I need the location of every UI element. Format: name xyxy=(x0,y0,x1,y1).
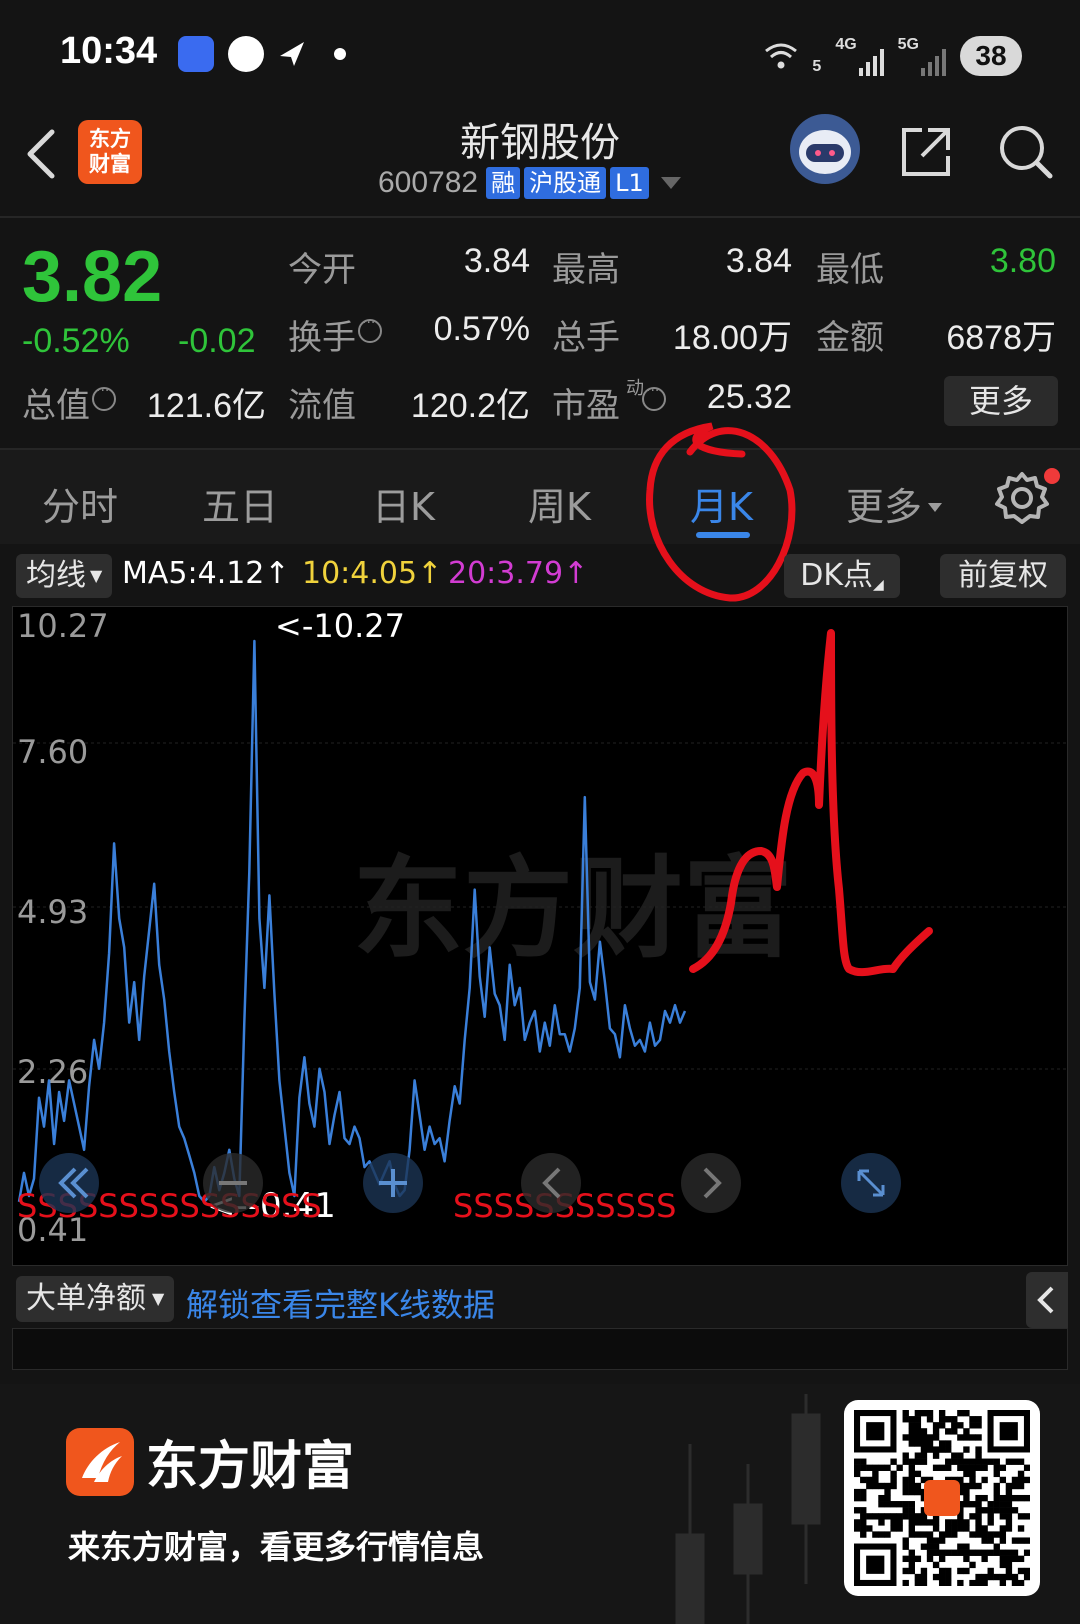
ma5-text: MA5:4.12 xyxy=(122,556,265,591)
fund-flow-select-label: 大单净额 xyxy=(26,1281,146,1316)
chart-canvas: 东方财富 10.277.604.932.260.41 <-10.27 <--0.… xyxy=(13,607,1069,1249)
unlock-kline-link[interactable]: 解锁查看完整K线数据 xyxy=(186,1280,495,1326)
ma5-value: MA5:4.12↑ xyxy=(122,556,290,591)
arrow-up-icon: ↑ xyxy=(563,556,589,591)
max-price-label: <-10.27 xyxy=(275,607,405,645)
ma20-text: 20:3.79 xyxy=(448,556,564,591)
y-tick-label: 7.60 xyxy=(17,733,88,771)
promo-banner[interactable]: 东方财富 来东方财富，看更多行情信息 xyxy=(0,1384,1080,1624)
chevron-down-icon: ▼ xyxy=(152,1289,165,1308)
corner-arrow-icon: ◢ xyxy=(873,577,884,593)
arrow-up-icon: ↑ xyxy=(417,556,443,591)
y-tick-label: 4.93 xyxy=(17,893,88,931)
arrow-up-icon: ↑ xyxy=(264,556,290,591)
y-tick-label: 10.27 xyxy=(17,607,109,645)
ma-select[interactable]: 均线 ▼ xyxy=(16,554,113,598)
y-tick-label: 2.26 xyxy=(17,1053,88,1091)
ma-indicator-row: 均线 ▼ MA5:4.12↑ 10:4.05↑ 20:3.79↑ DK点◢ 前复权 xyxy=(0,548,1080,606)
brand-logo xyxy=(66,1428,134,1496)
zoom-out-icon[interactable] xyxy=(203,1153,263,1213)
adjust-button[interactable]: 前复权 xyxy=(940,554,1066,598)
previous-icon[interactable] xyxy=(521,1153,581,1213)
ma-select-label: 均线 xyxy=(26,558,86,593)
fund-flow-panel xyxy=(12,1328,1068,1370)
dk-point-button[interactable]: DK点◢ xyxy=(784,554,900,598)
ma10-value: 10:4.05↑ xyxy=(302,556,442,591)
chevron-down-icon: ▼ xyxy=(90,566,103,585)
zoom-in-icon[interactable] xyxy=(363,1153,423,1213)
rewind-icon[interactable] xyxy=(39,1153,99,1213)
collapse-button[interactable] xyxy=(1026,1272,1068,1328)
fund-flow-row: 大单净额 ▼ 解锁查看完整K线数据 xyxy=(12,1272,1068,1328)
next-icon[interactable] xyxy=(681,1153,741,1213)
dk-label: DK点 xyxy=(800,558,873,593)
hand-drawn-projection xyxy=(689,629,933,977)
fund-flow-select[interactable]: 大单净额 ▼ xyxy=(16,1276,175,1322)
brand-slogan: 来东方财富，看更多行情信息 xyxy=(68,1528,485,1566)
ma20-value: 20:3.79↑ xyxy=(448,556,588,591)
qr-code xyxy=(844,1400,1040,1596)
kline-chart[interactable]: 东方财富 10.27 7.60 4.93 2.26 0.41 <-10.27 <--0.… xyxy=(12,606,1069,1266)
brand-name: 东方财富 xyxy=(146,1436,355,1497)
fullscreen-icon[interactable] xyxy=(841,1153,901,1213)
ma10-text: 10:4.05 xyxy=(302,556,418,591)
